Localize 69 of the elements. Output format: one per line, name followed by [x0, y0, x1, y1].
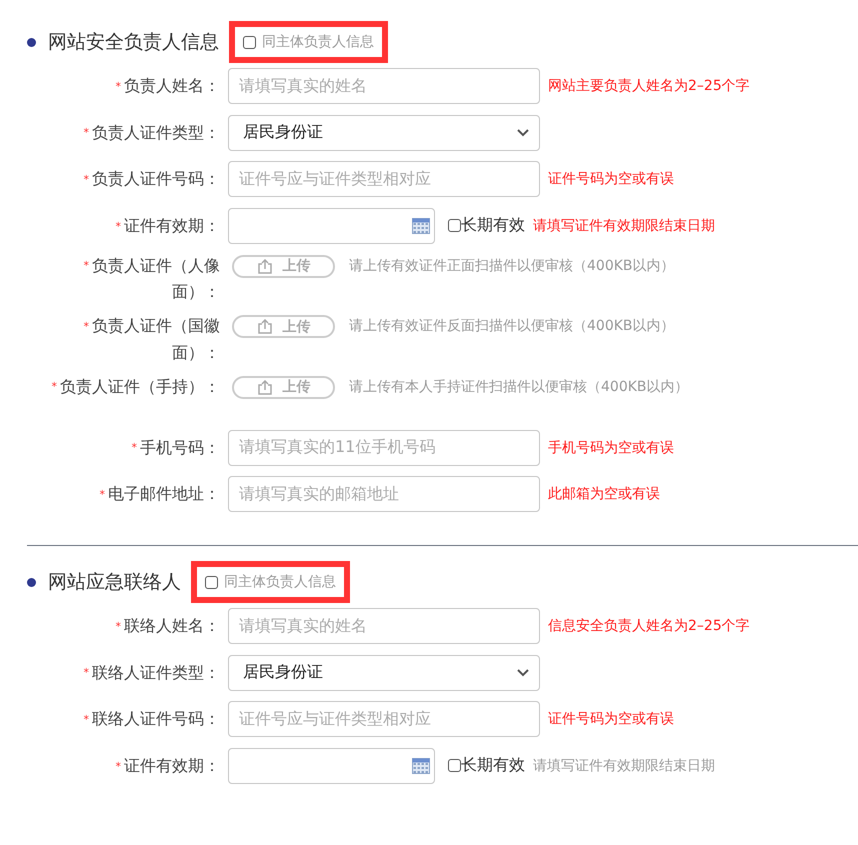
required-asterisk: *	[116, 220, 121, 232]
field-label: 联络人证件类型：	[92, 662, 220, 682]
calendar-icon[interactable]	[412, 758, 430, 774]
long-term-checkbox[interactable]	[448, 219, 461, 232]
text-input[interactable]: 请填写真实的姓名	[228, 608, 540, 644]
field-label: 证件有效期：	[124, 216, 220, 235]
checkbox-label: 同主体负责人信息	[224, 573, 336, 591]
required-asterisk: *	[84, 126, 89, 140]
field-hint: 证件号码为空或有误	[548, 170, 674, 190]
field-label: 电子邮件地址：	[108, 484, 220, 504]
select-field[interactable]: 居民身份证	[228, 114, 540, 151]
upload-button[interactable]: 上传	[232, 254, 335, 278]
required-asterisk: *	[116, 760, 121, 772]
required-asterisk: *	[132, 441, 137, 454]
upload-icon	[256, 380, 272, 395]
upload-icon	[256, 258, 272, 274]
section-title: 网站安全负责人信息	[48, 30, 219, 55]
field-hint: 请上传有效证件反面扫描件以便审核（400KB以内）	[349, 317, 675, 336]
text-input[interactable]: 请填写真实的邮箱地址	[228, 476, 540, 512]
field-hint: 请填写证件有效期限结束日期	[533, 216, 715, 236]
field-label: 负责人姓名：	[124, 76, 220, 95]
required-asterisk: *	[84, 666, 89, 680]
field-hint: 请填写证件有效期限结束日期	[533, 756, 715, 776]
field-label: 联络人证件号码：	[92, 709, 220, 728]
required-asterisk: *	[84, 712, 89, 726]
chevron-down-icon	[517, 668, 529, 677]
field-label: 证件有效期：	[124, 756, 220, 775]
required-asterisk: *	[116, 620, 121, 633]
field-label: 负责人证件（国徽面）：	[92, 316, 220, 362]
field-hint: 手机号码为空或有误	[548, 438, 674, 458]
chevron-down-icon	[517, 128, 529, 137]
required-asterisk: *	[84, 320, 89, 333]
bullet-icon	[27, 578, 36, 586]
calendar-icon[interactable]	[412, 218, 430, 234]
field-label: 负责人证件号码：	[92, 169, 220, 188]
date-input[interactable]	[228, 748, 435, 784]
upload-icon	[256, 319, 272, 334]
field-label: 负责人证件（人像面）：	[92, 256, 220, 302]
required-asterisk: *	[100, 488, 105, 501]
required-asterisk: *	[84, 172, 89, 186]
required-asterisk: *	[116, 80, 121, 93]
required-asterisk: *	[52, 380, 57, 394]
field-hint: 请上传有效证件正面扫描件以便审核（400KB以内）	[349, 256, 675, 276]
bullet-icon	[27, 38, 36, 46]
text-input[interactable]: 请填写真实的11位手机号码	[228, 430, 540, 466]
long-term-checkbox[interactable]	[448, 759, 461, 772]
checkbox-label: 长期有效	[461, 215, 525, 236]
same-as-owner-checkbox[interactable]	[243, 36, 256, 48]
field-hint: 请上传有本人手持证件扫描件以便审核（400KB以内）	[349, 378, 689, 397]
text-input[interactable]: 请填写真实的姓名	[228, 68, 540, 104]
field-hint: 证件号码为空或有误	[548, 710, 674, 730]
field-hint: 网站主要负责人姓名为2–25个字	[548, 77, 750, 96]
checkbox-label: 长期有效	[461, 755, 525, 776]
text-input[interactable]: 证件号应与证件类型相对应	[228, 701, 540, 738]
upload-button[interactable]: 上传	[232, 376, 335, 399]
section-title: 网站应急联络人	[48, 570, 181, 595]
checkbox-label: 同主体负责人信息	[262, 33, 374, 51]
field-hint: 此邮箱为空或有误	[548, 485, 660, 504]
field-label: 手机号码：	[140, 438, 220, 457]
field-label: 联络人姓名：	[124, 616, 220, 635]
upload-button[interactable]: 上传	[232, 315, 335, 338]
text-input[interactable]: 证件号应与证件类型相对应	[228, 161, 540, 198]
select-field[interactable]: 居民身份证	[228, 654, 540, 691]
field-label: 负责人证件（手持）：	[60, 376, 220, 396]
required-asterisk: *	[84, 259, 89, 272]
date-input[interactable]	[228, 208, 435, 244]
same-as-owner-checkbox[interactable]	[205, 576, 218, 588]
field-hint: 信息安全负责人姓名为2–25个字	[548, 617, 750, 636]
field-label: 负责人证件类型：	[92, 122, 220, 142]
